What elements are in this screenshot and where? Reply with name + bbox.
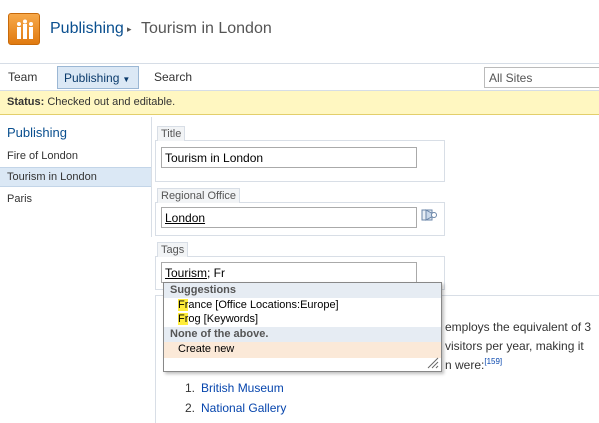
content-line: n were:[159] (445, 357, 502, 372)
suggestion-item[interactable]: Frog [Keywords] (178, 313, 258, 325)
quick-launch-item[interactable]: Fire of London (0, 147, 151, 167)
suggestions-dropdown: Suggestions France [Office Locations:Eur… (163, 282, 442, 372)
list-item: 2. National Gallery (185, 401, 286, 415)
quick-launch-item[interactable]: Paris (0, 190, 151, 210)
list-number: 2. (185, 401, 196, 415)
list-link[interactable]: British Museum (201, 381, 284, 395)
content-line: visitors per year, making it (445, 339, 584, 353)
suggestions-heading: Suggestions (164, 283, 441, 298)
chevron-down-icon[interactable]: ▼ (122, 75, 130, 84)
tags-field-label: Tags (157, 242, 189, 257)
top-navigation: Team Publishing ▼ Search All Sites (0, 63, 599, 91)
quick-launch: Publishing Fire of London Tourism in Lon… (0, 117, 152, 237)
match-highlight: Fr (178, 299, 189, 311)
quick-launch-heading[interactable]: Publishing (7, 125, 67, 140)
status-label: Status: (7, 96, 45, 108)
status-text: Checked out and editable. (47, 96, 176, 108)
quick-launch-item-selected[interactable]: Tourism in London (0, 167, 151, 187)
page-header: Publishing ▸ Tourism in London (0, 0, 599, 62)
list-number: 1. (185, 381, 196, 395)
nav-tab-publishing[interactable]: Publishing ▼ (57, 66, 139, 89)
list-item: 1. British Museum (185, 381, 284, 395)
none-of-the-above-heading: None of the above. (164, 327, 441, 342)
suggestion-text: ance [Office Locations:Europe] (188, 299, 339, 311)
resize-grip-icon[interactable] (427, 357, 439, 369)
nav-tab-publishing-label: Publishing (64, 71, 120, 85)
office-field-label: Regional Office (157, 188, 241, 203)
tags-term: Tourism (165, 266, 208, 280)
match-highlight: Fr (178, 313, 189, 325)
tags-input[interactable]: Tourism; Fr (161, 262, 417, 283)
create-new-option[interactable]: Create new (164, 342, 441, 358)
list-link[interactable]: National Gallery (201, 401, 286, 415)
nav-tab-team[interactable]: Team (8, 70, 37, 84)
tags-typed-text: ; Fr (207, 266, 226, 280)
page-title: Tourism in London (141, 20, 272, 37)
status-bar: Status: Checked out and editable. (0, 91, 599, 115)
suggestion-item[interactable]: France [Office Locations:Europe] (178, 299, 339, 311)
breadcrumb-site-link[interactable]: Publishing (50, 20, 124, 38)
breadcrumb-separator-icon: ▸ (127, 24, 132, 34)
suggestion-text: og [Keywords] (188, 313, 259, 325)
content-line-text: n were: (445, 358, 485, 372)
search-scope-dropdown[interactable]: All Sites (484, 67, 599, 88)
content-line: employs the equivalent of 3 (445, 320, 592, 334)
title-field-label: Title (157, 126, 186, 141)
title-input[interactable]: Tourism in London (161, 147, 417, 168)
sites-logo-icon[interactable] (8, 13, 40, 45)
nav-tab-search[interactable]: Search (154, 70, 192, 84)
reference-link[interactable]: [159] (484, 357, 502, 366)
regional-office-input[interactable]: London (161, 207, 417, 228)
address-book-icon[interactable] (421, 208, 439, 222)
office-term: London (165, 211, 206, 225)
